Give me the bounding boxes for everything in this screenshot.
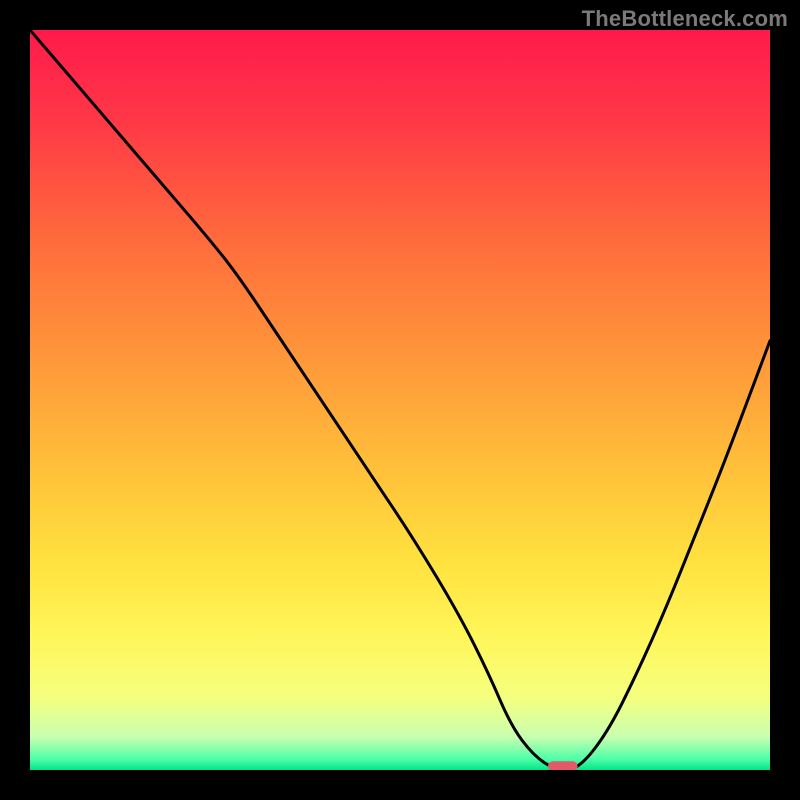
chart-frame: TheBottleneck.com [0,0,800,800]
gradient-background [30,30,770,770]
plot-svg [30,30,770,770]
watermark-text: TheBottleneck.com [582,6,788,32]
optimal-point-marker [548,761,578,770]
plot-area [30,30,770,770]
